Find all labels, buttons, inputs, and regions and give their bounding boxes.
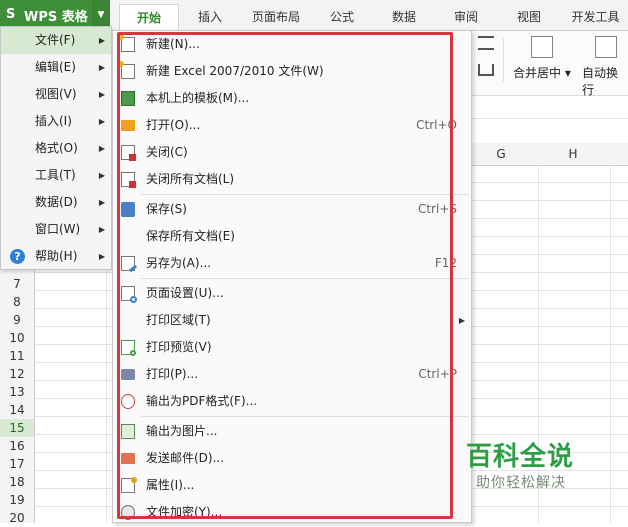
menu-view[interactable]: 视图(V) ▶	[1, 81, 111, 108]
tab-review[interactable]: 审阅	[440, 4, 492, 30]
column-h[interactable]: H	[537, 143, 609, 165]
wrap-text-icon[interactable]	[595, 36, 617, 58]
row-9[interactable]: 9	[0, 311, 34, 329]
chevron-right-icon: ▶	[98, 117, 105, 126]
row-17[interactable]: 17	[0, 455, 34, 473]
row-15[interactable]: 15	[0, 419, 34, 437]
menu-format[interactable]: 格式(O) ▶	[1, 135, 111, 162]
row-11[interactable]: 11	[0, 347, 34, 365]
tab-home[interactable]: 开始	[119, 4, 179, 31]
chevron-right-icon: ▶	[98, 171, 105, 180]
chevron-right-icon: ▶	[98, 252, 105, 261]
menu-edit[interactable]: 编辑(E) ▶	[1, 54, 111, 81]
help-icon: ?	[10, 249, 25, 264]
row-13[interactable]: 13	[0, 383, 34, 401]
chevron-right-icon: ▶	[98, 225, 105, 234]
wps-logo-icon: S	[6, 7, 16, 22]
merge-center-icon[interactable]	[531, 36, 553, 58]
chevron-right-icon: ▶	[98, 90, 105, 99]
row-20[interactable]: 20	[0, 509, 34, 527]
chevron-right-icon: ▶	[98, 144, 105, 153]
indent-icon[interactable]	[478, 36, 494, 50]
column-g[interactable]: G	[465, 143, 537, 165]
row-16[interactable]: 16	[0, 437, 34, 455]
row-18[interactable]: 18	[0, 473, 34, 491]
menu-help[interactable]: ? 帮助(H) ▶	[1, 243, 111, 270]
chevron-right-icon: ▶	[98, 36, 105, 45]
menu-file[interactable]: 文件(F) ▶	[1, 27, 111, 54]
row-12[interactable]: 12	[0, 365, 34, 383]
row-19[interactable]: 19	[0, 491, 34, 509]
row-7[interactable]: 7	[0, 275, 34, 293]
ribbon-divider	[503, 38, 504, 82]
tab-insert[interactable]: 插入	[186, 4, 234, 30]
menu-tools[interactable]: 工具(T) ▶	[1, 162, 111, 189]
chevron-right-icon: ▶	[458, 316, 465, 325]
align-bottom-icon[interactable]	[478, 64, 494, 76]
tab-developer[interactable]: 开发工具	[563, 4, 628, 30]
app-name: WPS 表格	[24, 9, 88, 25]
tab-page-layout[interactable]: 页面布局	[244, 4, 308, 30]
merge-center-button[interactable]: 合并居中 ▾	[513, 64, 571, 81]
tab-data[interactable]: 数据	[378, 4, 430, 30]
row-10[interactable]: 10	[0, 329, 34, 347]
menu-insert[interactable]: 插入(I) ▶	[1, 108, 111, 135]
chevron-right-icon: ▶	[98, 63, 105, 72]
watermark-title: 百科全说	[466, 442, 575, 472]
tab-view[interactable]: 视图	[503, 4, 555, 30]
tab-formulas[interactable]: 公式	[316, 4, 368, 30]
watermark-subtitle: 助你轻松解决	[476, 475, 566, 491]
menu-window[interactable]: 窗口(W) ▶	[1, 216, 111, 243]
chevron-right-icon: ▶	[98, 198, 105, 207]
row-14[interactable]: 14	[0, 401, 34, 419]
row-8[interactable]: 8	[0, 293, 34, 311]
wrap-text-button[interactable]: 自动换行	[582, 64, 628, 98]
menu-data[interactable]: 数据(D) ▶	[1, 189, 111, 216]
main-menu: 文件(F) ▶ 编辑(E) ▶ 视图(V) ▶ 插入(I) ▶ 格式(O) ▶ 工具(T)…	[0, 26, 112, 270]
highlight-frame	[117, 32, 453, 519]
